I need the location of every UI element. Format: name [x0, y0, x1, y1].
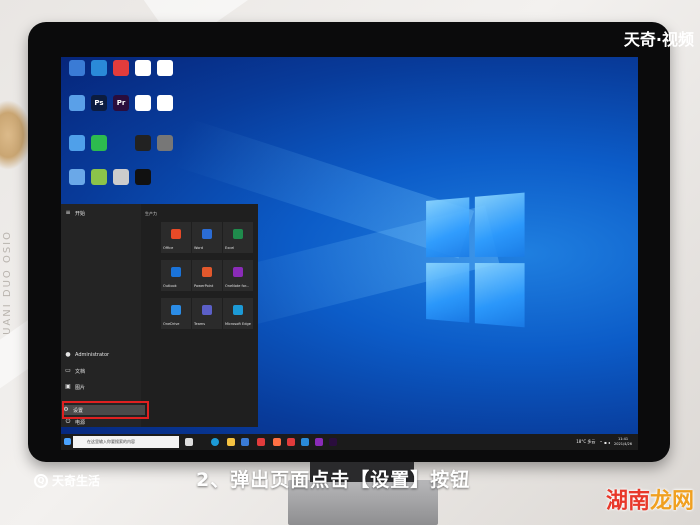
tile-label: PowerPoint: [194, 284, 214, 288]
start-tile[interactable]: Teams: [192, 298, 222, 329]
desktop-app-icon[interactable]: [69, 95, 85, 111]
app-icon: [233, 229, 243, 239]
rail-item-user[interactable]: ● Administrator: [65, 350, 109, 360]
edge-icon[interactable]: [211, 438, 219, 446]
power-icon: ⏻: [65, 418, 71, 425]
start-tile[interactable]: OneNote for...: [223, 260, 253, 291]
document-icon: ▭: [65, 367, 71, 374]
tile-label: Excel: [225, 246, 235, 250]
brand-logo: Q 天奇生活: [34, 472, 100, 489]
desktop-app-icon[interactable]: [135, 169, 151, 185]
app-icon[interactable]: [301, 438, 309, 446]
start-menu-rail: ≡ 开始 ● Administrator ▭ 文档 ▣ 图片 ⚙ 设置 ⏻ 电源: [61, 204, 145, 427]
tile-label: Word: [194, 246, 203, 250]
desktop-app-icon[interactable]: [157, 135, 173, 151]
desktop-app-icon[interactable]: [91, 169, 107, 185]
desktop-app-icon[interactable]: [157, 95, 173, 111]
system-tray: 18°C 多云 ⌃ ▪ ◂ 11:41 2021/4/26: [576, 437, 632, 447]
task-view-icon[interactable]: [185, 438, 193, 446]
desktop-app-icon[interactable]: [157, 60, 173, 76]
app-icon[interactable]: [329, 438, 337, 446]
desktop-app-icon[interactable]: [135, 135, 151, 151]
taskbar: 在这里输入你要搜索的内容 18°C 多云 ⌃ ▪ ◂ 11:41 2021/4/…: [61, 434, 638, 450]
app-icon: [171, 305, 181, 315]
start-tile[interactable]: Microsoft Edge: [223, 298, 253, 329]
picture-icon: ▣: [65, 383, 71, 390]
desktop-app-icon[interactable]: [113, 169, 129, 185]
desktop-app-icon[interactable]: [91, 60, 107, 76]
rail-item-documents[interactable]: ▭ 文档: [65, 366, 85, 376]
instruction-caption: 2、弹出页面点击【设置】按钮: [196, 469, 471, 491]
app-icon: [202, 305, 212, 315]
start-tile[interactable]: OneDrive: [161, 298, 191, 329]
desktop-app-icon[interactable]: [91, 135, 107, 151]
start-tile[interactable]: Outlook: [161, 260, 191, 291]
windows-start-icon[interactable]: [64, 438, 71, 445]
desktop-app-icon[interactable]: [69, 135, 85, 151]
clock[interactable]: 11:41 2021/4/26: [614, 437, 632, 447]
desktop-app-icon[interactable]: [135, 95, 151, 111]
start-tile[interactable]: Word: [192, 222, 222, 253]
app-icon[interactable]: [287, 438, 295, 446]
app-icon: [233, 267, 243, 277]
windows-logo: [426, 192, 527, 329]
app-icon: [233, 305, 243, 315]
app-icon: [171, 229, 181, 239]
store-icon[interactable]: [241, 438, 249, 446]
desktop-app-icon[interactable]: [69, 60, 85, 76]
tiles-group-header: 生产力: [145, 211, 157, 216]
app-icon: [202, 229, 212, 239]
app-icon[interactable]: [315, 438, 323, 446]
start-menu: ≡ 开始 ● Administrator ▭ 文档 ▣ 图片 ⚙ 设置 ⏻ 电源: [61, 204, 258, 427]
desktop-app-icon[interactable]: Ps: [91, 95, 107, 111]
desktop-app-icon[interactable]: [113, 60, 129, 76]
tile-label: Office: [163, 246, 174, 250]
brand-q-icon: Q: [34, 473, 48, 488]
corner-watermark: 湖南龙网: [605, 489, 694, 514]
app-icon: [202, 267, 212, 277]
file-explorer-icon[interactable]: [227, 438, 235, 446]
tile-label: Microsoft Edge: [225, 322, 251, 326]
app-icon[interactable]: [257, 438, 265, 446]
desktop-app-icon[interactable]: [135, 60, 151, 76]
start-tile[interactable]: Office: [161, 222, 191, 253]
settings-highlight-box: [62, 401, 149, 419]
desktop-app-icon[interactable]: [69, 169, 85, 185]
app-icon[interactable]: [273, 438, 281, 446]
tile-label: Outlook: [163, 284, 177, 288]
tile-label: Teams: [194, 322, 206, 326]
taskbar-search-input[interactable]: 在这里输入你要搜索的内容: [73, 436, 179, 448]
desktop-screen: Ps Pr ≡ 开始 ● Administrator ▭ 文档 ▣ 图片 ⚙ 设置: [61, 57, 638, 450]
user-icon: ●: [65, 351, 71, 358]
start-tile[interactable]: PowerPoint: [192, 260, 222, 291]
hamburger-icon: ≡: [65, 209, 71, 216]
start-tile[interactable]: Excel: [223, 222, 253, 253]
desktop-app-icon[interactable]: Pr: [113, 95, 129, 111]
app-icon: [171, 267, 181, 277]
start-menu-header[interactable]: ≡ 开始: [65, 208, 85, 218]
background-side-text: UANI DUO OSIO: [2, 230, 13, 335]
video-watermark: 天奇·视频: [623, 30, 694, 49]
tile-label: OneNote for...: [225, 284, 250, 288]
tile-label: OneDrive: [163, 322, 180, 326]
weather-status[interactable]: 18°C 多云: [576, 439, 595, 445]
rail-item-pictures[interactable]: ▣ 图片: [65, 382, 85, 392]
tray-icons[interactable]: ⌃ ▪ ◂: [599, 440, 610, 445]
